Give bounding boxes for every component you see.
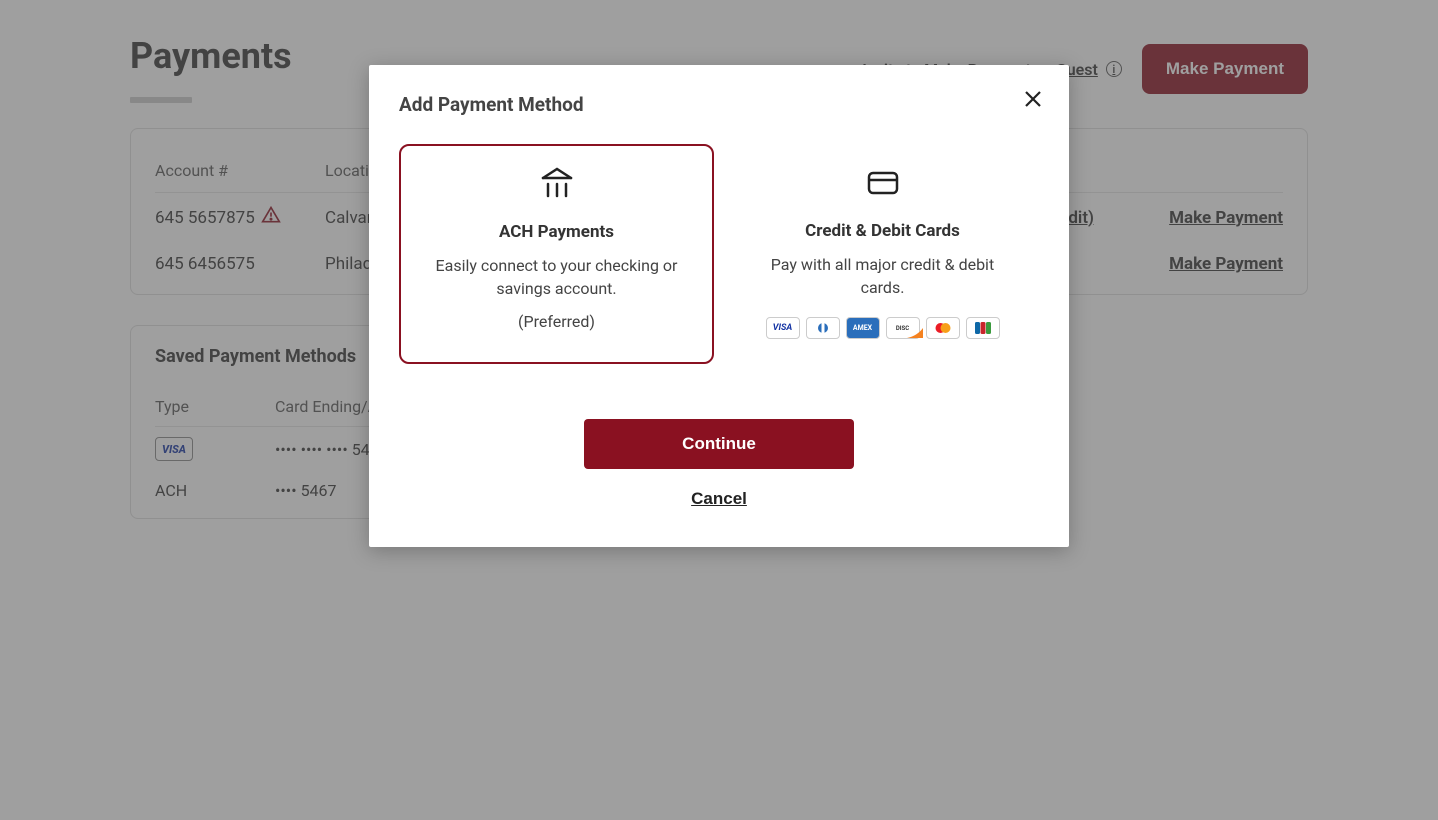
- payment-options: ACH Payments Easily connect to your chec…: [399, 144, 1039, 364]
- amex-logo-icon: AMEX: [846, 317, 880, 339]
- ach-payment-option[interactable]: ACH Payments Easily connect to your chec…: [399, 144, 714, 364]
- visa-logo-icon: VISA: [766, 317, 800, 339]
- continue-button[interactable]: Continue: [584, 419, 854, 469]
- modal-title: Add Payment Method: [399, 93, 1039, 116]
- ach-option-subtext: (Preferred): [423, 312, 690, 331]
- card-payment-option[interactable]: Credit & Debit Cards Pay with all major …: [726, 144, 1039, 364]
- close-button[interactable]: [1021, 87, 1045, 111]
- discover-logo-icon: DISC: [886, 317, 920, 339]
- card-option-description: Pay with all major credit & debit cards.: [749, 253, 1016, 299]
- card-brand-logos: VISA AMEX DISC: [749, 317, 1016, 339]
- modal-actions: Continue Cancel: [399, 419, 1039, 509]
- modal-overlay[interactable]: Add Payment Method ACH Payments Easily c…: [0, 0, 1438, 820]
- add-payment-method-modal: Add Payment Method ACH Payments Easily c…: [369, 65, 1069, 547]
- ach-option-description: Easily connect to your checking or savin…: [423, 254, 690, 300]
- bank-icon: [423, 164, 690, 204]
- credit-card-icon: [749, 163, 1016, 203]
- diners-logo-icon: [806, 317, 840, 339]
- jcb-logo-icon: [966, 317, 1000, 339]
- cancel-button[interactable]: Cancel: [691, 489, 747, 509]
- mastercard-logo-icon: [926, 317, 960, 339]
- close-icon: [1024, 90, 1042, 108]
- card-option-title: Credit & Debit Cards: [749, 221, 1016, 241]
- ach-option-title: ACH Payments: [423, 222, 690, 242]
